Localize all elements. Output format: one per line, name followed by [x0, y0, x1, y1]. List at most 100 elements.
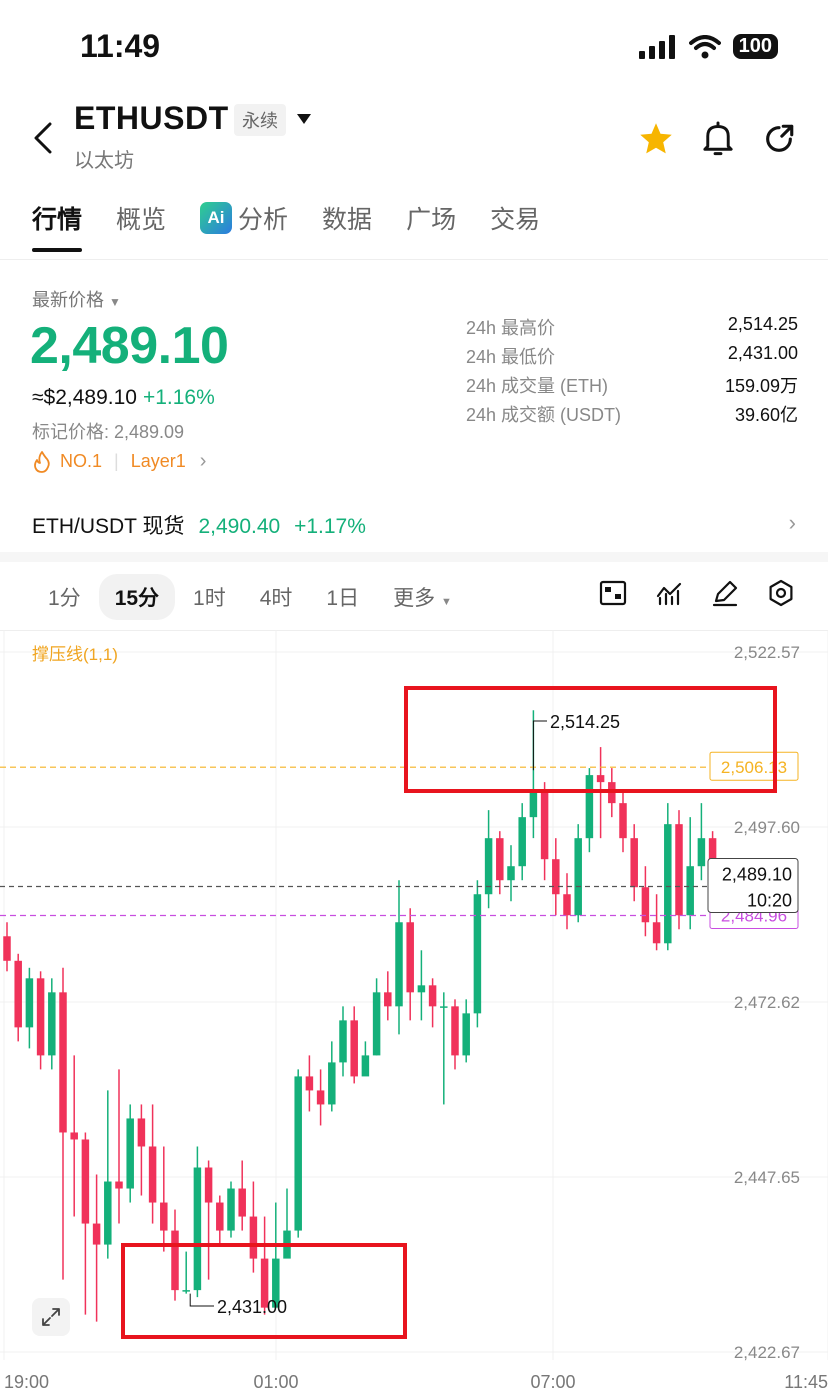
ai-icon: Ai	[200, 202, 233, 234]
indicator-label[interactable]: 撑压线(1,1)	[32, 640, 118, 665]
last-price-label: 2,489.10	[722, 865, 792, 885]
flame-icon	[34, 450, 50, 473]
expand-chart-button[interactable]	[32, 1298, 70, 1336]
interval-15m[interactable]: 15分	[98, 574, 176, 620]
indicators-icon[interactable]	[654, 578, 684, 608]
candle-body	[115, 1181, 123, 1189]
stat-label: 24h 成交量 (ETH)	[466, 376, 609, 396]
candlestick-chart[interactable]: 2,522.57 2,497.60 2,472.62 2,447.65 2,422.67…	[0, 630, 828, 1400]
candle-body	[361, 1055, 370, 1077]
candle-body	[664, 824, 672, 944]
candle-body	[25, 978, 34, 1028]
candle-body	[384, 992, 392, 1007]
stat-row-high: 24h 最高价 2,514.25	[466, 314, 798, 343]
interval-1h[interactable]: 1时	[177, 574, 242, 620]
tab-trade[interactable]: 交易	[490, 200, 540, 236]
interval-1d[interactable]: 1日	[310, 574, 375, 620]
stats-panel: 24h 最高价 2,514.25 24h 最低价 2,431.00 24h 成交量 …	[466, 314, 798, 430]
chart-type-icon[interactable]	[598, 578, 628, 608]
candle-body	[148, 1146, 157, 1203]
draw-icon[interactable]	[710, 578, 740, 608]
tab-analysis[interactable]: Ai 分析	[200, 200, 288, 236]
candle-body	[552, 859, 560, 895]
candle-body	[574, 838, 582, 916]
rank-badges[interactable]: NO.1 | Layer1 ›	[32, 450, 206, 473]
candle-body	[160, 1202, 168, 1231]
candle-body	[372, 992, 381, 1056]
candle-body	[48, 992, 56, 1056]
candle-body	[507, 866, 515, 881]
candle-body	[104, 1181, 112, 1245]
symbol-title[interactable]: ETHUSDT	[74, 100, 229, 137]
stat-row-volume: 24h 成交量 (ETH) 159.09万	[466, 372, 798, 401]
candle-body	[641, 887, 650, 923]
interval-more[interactable]: 更多 ▼	[377, 574, 468, 620]
candle-body	[652, 922, 661, 944]
main-tabs: 行情 概览 Ai 分析 数据 广场 交易	[32, 200, 574, 252]
tab-square[interactable]: 广场	[406, 200, 456, 236]
high-leader-line	[532, 720, 547, 771]
stat-label: 24h 最高价	[466, 318, 556, 338]
candle-body	[227, 1188, 235, 1231]
candle-body	[193, 1167, 202, 1291]
rank-badge: NO.1	[60, 451, 103, 471]
candle-body	[406, 922, 414, 993]
chevron-right-icon: ›	[199, 450, 207, 472]
share-icon[interactable]	[762, 122, 796, 156]
spot-change: +1.17%	[294, 515, 366, 538]
candle-body	[451, 1006, 459, 1056]
x-tick-label: 11:45	[784, 1372, 828, 1392]
status-time: 11:49	[80, 28, 161, 64]
back-arrow-icon[interactable]	[30, 120, 58, 156]
candle-body	[216, 1202, 224, 1231]
spot-price: 2,490.40	[198, 515, 281, 538]
tab-data[interactable]: 数据	[322, 200, 372, 236]
candle-body	[484, 838, 493, 895]
stat-label: 24h 最低价	[466, 347, 556, 367]
wifi-icon	[688, 34, 721, 58]
candle-body	[81, 1139, 90, 1224]
tab-overview[interactable]: 概览	[116, 200, 166, 236]
candle-body	[518, 817, 526, 867]
candle-body	[697, 838, 706, 867]
stat-row-low: 24h 最低价 2,431.00	[466, 343, 798, 372]
alert-bell-icon[interactable]	[700, 120, 736, 158]
candle-body	[585, 775, 594, 839]
candle-body	[126, 1118, 134, 1189]
candle-body	[675, 824, 683, 916]
candle-body	[59, 992, 67, 1133]
signal-icon	[638, 34, 675, 59]
interval-1m[interactable]: 1分	[32, 574, 97, 620]
favorite-star-icon[interactable]	[638, 121, 674, 157]
settings-icon[interactable]	[766, 578, 796, 608]
candle-body	[630, 838, 638, 888]
spot-row[interactable]: ETH/USDT 现货 2,490.40 +1.17%	[32, 510, 366, 540]
stat-value: 159.09万	[724, 376, 798, 396]
usd-price: ≈$2,489.10	[32, 386, 137, 409]
spot-chevron-icon[interactable]: ›	[789, 510, 796, 536]
candle-body	[563, 894, 571, 916]
stat-value: 39.60亿	[734, 405, 798, 425]
candle-body	[339, 1020, 347, 1063]
y-tick-label: 2,422.67	[734, 1343, 800, 1362]
interval-4h[interactable]: 4时	[244, 574, 309, 620]
expand-icon	[42, 1308, 60, 1326]
last-price-label[interactable]: 最新价格 ▼	[32, 286, 121, 312]
candle-body	[249, 1216, 258, 1259]
y-tick-label: 2,522.57	[734, 643, 800, 662]
interval-more-label: 更多	[393, 587, 436, 610]
low-leader-line	[189, 1293, 214, 1307]
dropdown-caret-icon[interactable]	[296, 112, 312, 126]
stat-value: 2,431.00	[727, 343, 798, 363]
candle-body	[619, 803, 627, 839]
tab-market[interactable]: 行情	[32, 200, 83, 252]
y-tick-label: 2,497.60	[734, 818, 800, 837]
spot-pair: ETH/USDT 现货	[32, 515, 185, 538]
low-annotation: 2,431.00	[217, 1297, 287, 1317]
interval-selector: 1分 15分 1时 4时 1日 更多 ▼	[32, 574, 470, 620]
candle-body	[92, 1223, 101, 1245]
candle-body	[316, 1090, 325, 1105]
chart-toolbar	[598, 578, 796, 608]
candle-body	[540, 789, 549, 860]
section-divider	[0, 552, 828, 562]
